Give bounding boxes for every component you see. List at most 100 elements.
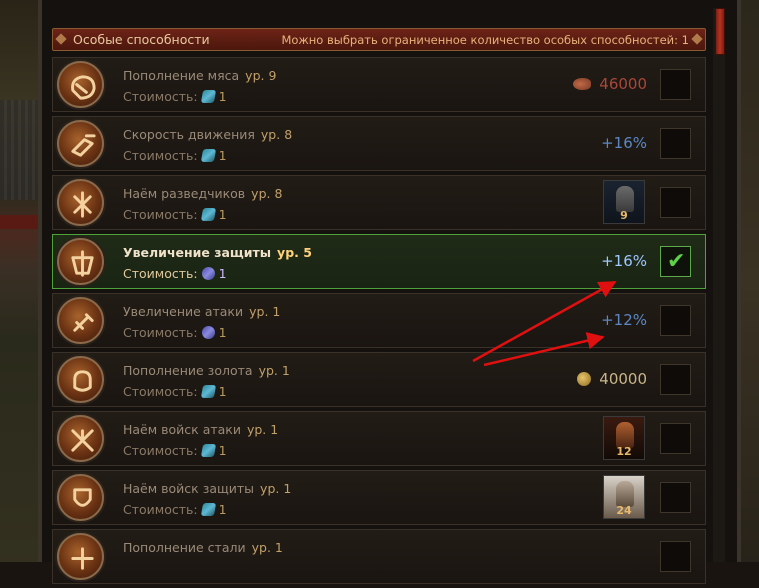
- level-number: 1: [272, 304, 281, 319]
- ability-cost: Стоимость: 1: [123, 266, 227, 281]
- ability-row[interactable]: Наём войск атаки ур. 1 Стоимость: 1 12: [52, 411, 706, 466]
- crystal-icon: [200, 90, 216, 103]
- ability-row[interactable]: Наём разведчиков ур. 8 Стоимость: 1 9: [52, 175, 706, 230]
- background-scenery-right: [741, 0, 759, 562]
- ability-name-text: Пополнение стали: [123, 540, 246, 555]
- ability-row[interactable]: Пополнение мяса ур. 9 Стоимость: 1 46000: [52, 57, 706, 112]
- ability-bonus-value: 40000: [577, 370, 647, 388]
- abilities-title: Особые способности: [73, 32, 210, 47]
- ability-name: Наём войск атаки ур. 1: [123, 422, 278, 437]
- ability-select-checkbox[interactable]: [660, 187, 691, 218]
- ability-select-checkbox[interactable]: ✔: [660, 246, 691, 277]
- ability-name: Увеличение защиты ур. 5: [123, 245, 312, 260]
- ability-bonus-value: +12%: [601, 311, 647, 329]
- unit-count: 12: [616, 445, 632, 458]
- ability-level: ур. 1: [252, 540, 283, 555]
- defense-troops-ability-icon: [57, 474, 104, 521]
- ability-bonus-value: +16%: [601, 134, 647, 152]
- ability-level: ур. 9: [245, 68, 276, 83]
- level-number: 1: [270, 422, 279, 437]
- cost-amount: 1: [218, 207, 227, 222]
- crystal-icon: [200, 444, 216, 457]
- cost-label: Стоимость:: [123, 325, 198, 340]
- cost-amount: 1: [218, 443, 227, 458]
- background-scenery-left: [0, 0, 38, 562]
- level-prefix: ур.: [249, 304, 269, 319]
- ability-select-checkbox[interactable]: [660, 69, 691, 100]
- crystal-icon: [201, 267, 215, 280]
- header-ornament-right: [691, 33, 703, 45]
- crystal-icon: [200, 208, 216, 221]
- ability-level: ур. 1: [247, 422, 278, 437]
- scout-hire-ability-icon: [57, 179, 104, 226]
- ability-row[interactable]: Скорость движения ур. 8 Стоимость: 1 +16%: [52, 116, 706, 171]
- ability-name: Наём войск защиты ур. 1: [123, 481, 291, 496]
- scrollbar[interactable]: [713, 8, 725, 562]
- attack-ability-icon: [57, 297, 104, 344]
- level-prefix: ур.: [277, 245, 299, 260]
- steel-ability-icon: [57, 533, 104, 580]
- ability-row[interactable]: Увеличение атаки ур. 1 Стоимость: 1 +12%: [52, 293, 706, 348]
- unit-portrait: 9: [603, 180, 645, 224]
- level-prefix: ур.: [258, 363, 278, 378]
- ability-name: Пополнение стали ур. 1: [123, 540, 283, 555]
- ability-name-text: Скорость движения: [123, 127, 255, 142]
- gold-ability-icon: [57, 356, 104, 403]
- scroll-thumb[interactable]: [715, 8, 725, 55]
- ability-select-checkbox[interactable]: [660, 128, 691, 159]
- ability-cost: Стоимость: 1: [123, 443, 227, 458]
- bonus-value-text: +12%: [601, 311, 647, 329]
- ability-name-text: Наём войск защиты: [123, 481, 255, 496]
- level-number: 8: [274, 186, 283, 201]
- bonus-value-text: +16%: [601, 252, 647, 270]
- ability-cost: Стоимость: 1: [123, 148, 227, 163]
- unit-portrait: 24: [603, 475, 645, 519]
- ability-select-checkbox[interactable]: [660, 305, 691, 336]
- crystal-icon: [201, 326, 215, 339]
- cost-label: Стоимость:: [123, 502, 198, 517]
- level-number: 1: [283, 481, 292, 496]
- ability-row[interactable]: Пополнение золота ур. 1 Стоимость: 1 40000: [52, 352, 706, 407]
- abilities-header: Особые способности Можно выбрать огранич…: [52, 28, 706, 51]
- ability-name: Пополнение мяса ур. 9: [123, 68, 276, 83]
- level-number: 8: [284, 127, 293, 142]
- cost-amount: 1: [218, 89, 227, 104]
- ability-select-checkbox[interactable]: [660, 423, 691, 454]
- ability-name-text: Пополнение мяса: [123, 68, 240, 83]
- cost-label: Стоимость:: [123, 443, 198, 458]
- ability-name-text: Увеличение атаки: [123, 304, 244, 319]
- level-prefix: ур.: [246, 422, 267, 437]
- ability-row[interactable]: Наём войск защиты ур. 1 Стоимость: 1 24: [52, 470, 706, 525]
- cost-amount: 1: [218, 325, 227, 340]
- level-number: 1: [274, 540, 283, 555]
- ability-level: ур. 1: [249, 304, 280, 319]
- unit-count: 9: [620, 209, 628, 222]
- ability-select-checkbox[interactable]: [660, 364, 691, 395]
- ability-cost: Стоимость: 1: [123, 207, 227, 222]
- level-prefix: ур.: [245, 68, 265, 83]
- bonus-value-text: 46000: [599, 75, 647, 93]
- ability-level: ур. 8: [261, 127, 292, 142]
- ability-row[interactable]: Увеличение защиты ур. 5 Стоимость: 1 +16% ✔: [52, 234, 706, 289]
- cost-amount: 1: [218, 384, 227, 399]
- cost-label: Стоимость:: [123, 89, 198, 104]
- abilities-list: Пополнение мяса ур. 9 Стоимость: 1 46000 Скор…: [52, 57, 706, 588]
- ability-level: ур. 5: [277, 245, 312, 260]
- crystal-icon: [200, 149, 216, 162]
- cost-amount: 1: [218, 148, 227, 163]
- bonus-value-text: 40000: [599, 370, 647, 388]
- cost-label: Стоимость:: [123, 148, 198, 163]
- crystal-icon: [200, 385, 216, 398]
- ability-bonus-value: 46000: [573, 75, 647, 93]
- level-number: 9: [268, 68, 277, 83]
- ability-row[interactable]: Пополнение стали ур. 1: [52, 529, 706, 584]
- ability-name-text: Наём войск атаки: [123, 422, 241, 437]
- ability-select-checkbox[interactable]: [660, 482, 691, 513]
- bonus-value-text: +16%: [601, 134, 647, 152]
- level-prefix: ур.: [251, 540, 271, 555]
- level-number: 1: [281, 363, 290, 378]
- crystal-icon: [200, 503, 216, 516]
- ability-select-checkbox[interactable]: [660, 541, 691, 572]
- ability-name: Увеличение атаки ур. 1: [123, 304, 280, 319]
- cost-amount: 1: [218, 502, 227, 517]
